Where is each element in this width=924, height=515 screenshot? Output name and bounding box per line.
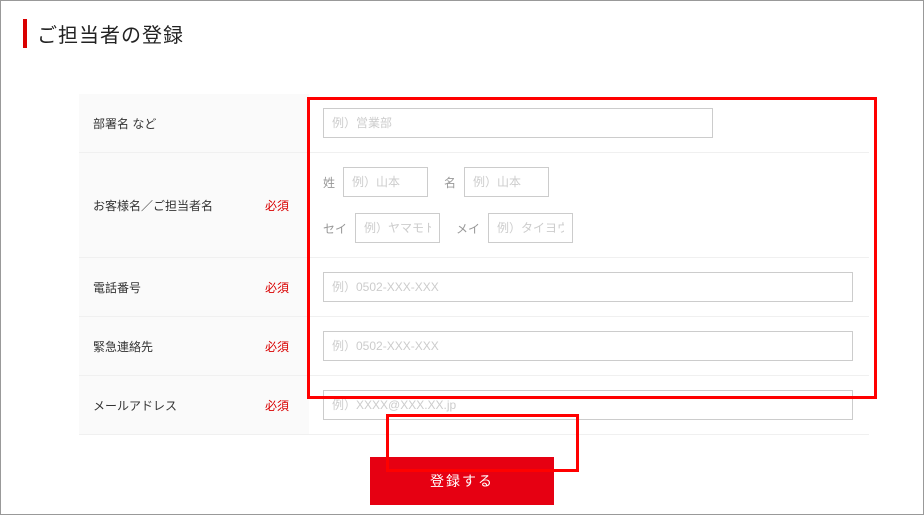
label-department-text: 部署名 など <box>93 115 156 132</box>
row-phone: 電話番号 必須 <box>79 258 869 317</box>
surname-input[interactable] <box>343 167 428 197</box>
name-kana-row: セイ メイ <box>323 213 855 243</box>
label-emergency-text: 緊急連絡先 <box>93 338 153 355</box>
department-input[interactable] <box>323 108 713 138</box>
surname-kana-input[interactable] <box>355 213 440 243</box>
label-department: 部署名 など <box>79 94 309 152</box>
submit-button[interactable]: 登録する <box>370 457 554 505</box>
givenname-kana-input[interactable] <box>488 213 573 243</box>
email-input[interactable] <box>323 390 853 420</box>
cell-phone <box>309 258 869 316</box>
cell-email <box>309 376 869 434</box>
required-badge: 必須 <box>265 397 289 414</box>
emergency-input[interactable] <box>323 331 853 361</box>
surname-label: 姓 <box>323 174 335 191</box>
cell-emergency <box>309 317 869 375</box>
cell-contact-name: 姓 名 セイ メイ <box>309 153 869 257</box>
label-phone: 電話番号 必須 <box>79 258 309 316</box>
givenname-label: 名 <box>444 174 456 191</box>
label-contact-name-text: お客様名／ご担当者名 <box>93 197 213 214</box>
name-kanji-row: 姓 名 <box>323 167 855 197</box>
registration-form: 部署名 など お客様名／ご担当者名 必須 姓 名 セイ <box>79 94 869 435</box>
row-contact-name: お客様名／ご担当者名 必須 姓 名 セイ メイ <box>79 153 869 258</box>
label-contact-name: お客様名／ご担当者名 必須 <box>79 153 309 257</box>
label-email: メールアドレス 必須 <box>79 376 309 434</box>
label-phone-text: 電話番号 <box>93 279 141 296</box>
page-title: ご担当者の登録 <box>23 19 901 48</box>
label-email-text: メールアドレス <box>93 397 177 414</box>
row-emergency: 緊急連絡先 必須 <box>79 317 869 376</box>
page-title-section: ご担当者の登録 <box>1 1 923 56</box>
row-department: 部署名 など <box>79 94 869 153</box>
cell-department <box>309 94 869 152</box>
label-emergency: 緊急連絡先 必須 <box>79 317 309 375</box>
page-frame: ご担当者の登録 部署名 など お客様名／ご担当者名 必須 姓 名 <box>0 0 924 515</box>
row-email: メールアドレス 必須 <box>79 376 869 435</box>
required-badge: 必須 <box>265 338 289 355</box>
required-badge: 必須 <box>265 197 289 214</box>
givenname-input[interactable] <box>464 167 549 197</box>
givenname-kana-label: メイ <box>456 220 480 237</box>
submit-section: 登録する <box>1 457 923 505</box>
surname-kana-label: セイ <box>323 220 347 237</box>
phone-input[interactable] <box>323 272 853 302</box>
required-badge: 必須 <box>265 279 289 296</box>
